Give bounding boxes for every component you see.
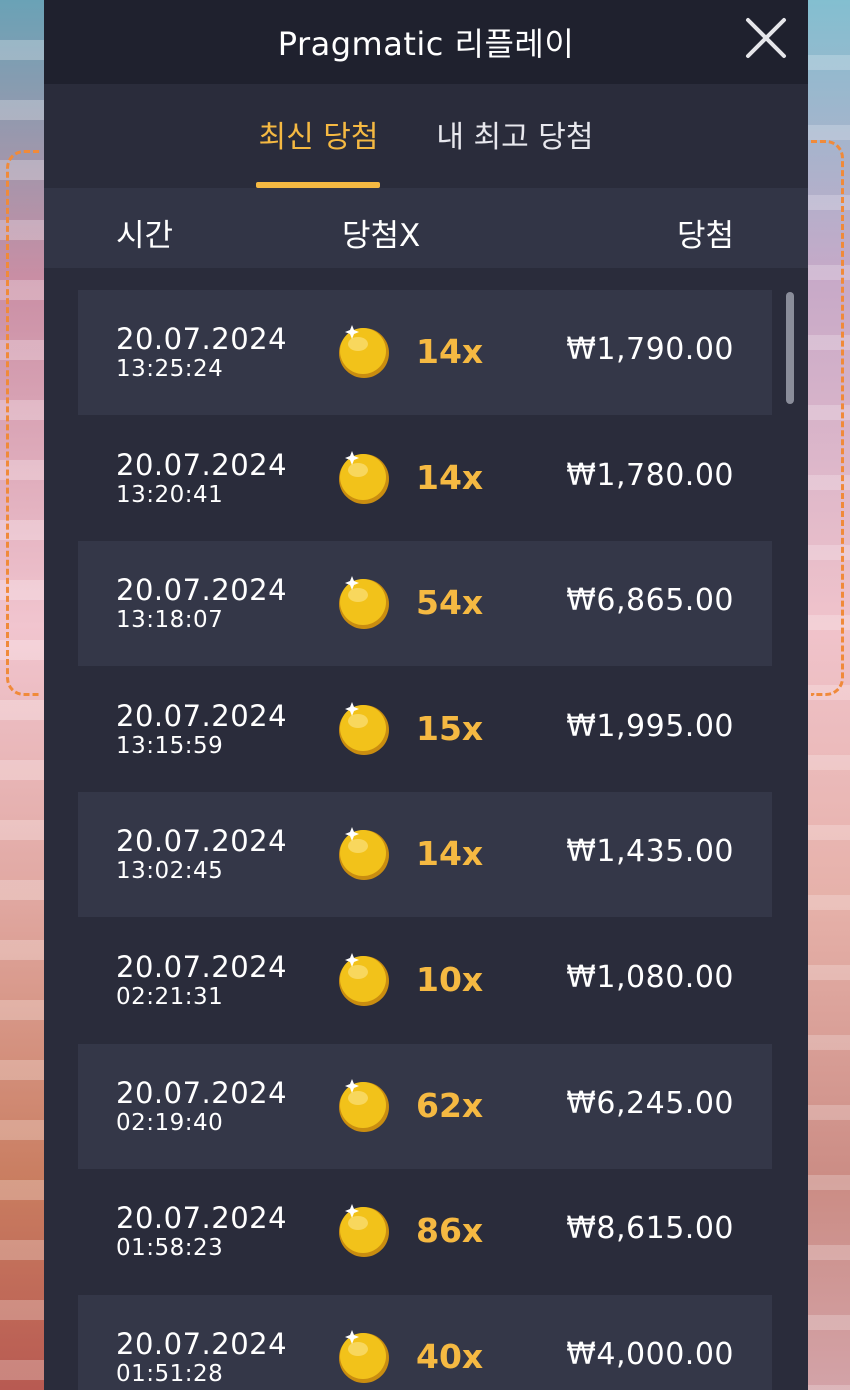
close-icon — [746, 18, 786, 58]
row-multiplier: 86x — [416, 1211, 484, 1251]
row-multiplier: 10x — [416, 959, 484, 999]
close-button[interactable] — [742, 14, 790, 62]
row-date: 20.07.2024 — [116, 447, 288, 482]
table-row[interactable]: 20.07.2024 13:25:24 14x ₩1,790.00 — [78, 290, 772, 415]
row-multiplier: 14x — [416, 332, 484, 371]
row-amount: ₩1,080.00 — [566, 959, 734, 995]
table-row[interactable]: 20.07.2024 02:19:40 62x ₩6,245.00 — [78, 1043, 772, 1169]
row-time: 13:20:41 — [116, 481, 224, 508]
wins-list: 20.07.2024 13:25:24 14x ₩1,790.00 20.07.… — [78, 290, 772, 1390]
row-amount: ₩1,790.00 — [566, 332, 734, 367]
background-reel-frame-left — [6, 150, 39, 696]
table-row[interactable]: 20.07.2024 01:51:28 40x ₩4,000.00 — [78, 1294, 772, 1390]
coin-icon — [336, 324, 392, 380]
replay-panel: Pragmatic 리플레이 최신 당첨 내 최고 당첨 시간 당첨X 당첨 2… — [44, 0, 808, 1390]
row-date: 20.07.2024 — [116, 1326, 288, 1361]
title-bar: Pragmatic 리플레이 — [44, 0, 808, 84]
column-header-multiplier: 당첨X — [342, 218, 421, 254]
row-time: 01:51:28 — [116, 1360, 224, 1387]
row-date: 20.07.2024 — [116, 949, 288, 984]
row-date: 20.07.2024 — [116, 698, 288, 733]
coin-icon — [336, 826, 392, 882]
row-date: 20.07.2024 — [116, 824, 288, 859]
column-header-time: 시간 — [116, 218, 174, 254]
coin-icon — [336, 1078, 392, 1134]
row-multiplier: 40x — [416, 1336, 484, 1376]
table-row[interactable]: 20.07.2024 13:15:59 15x ₩1,995.00 — [78, 666, 772, 792]
panel-title: Pragmatic 리플레이 — [277, 25, 575, 63]
coin-icon — [336, 1329, 392, 1385]
column-header: 시간 당첨X 당첨 — [44, 188, 808, 268]
row-multiplier: 54x — [416, 583, 484, 623]
table-row[interactable]: 20.07.2024 13:02:45 14x ₩1,435.00 — [78, 792, 772, 918]
coin-icon — [336, 450, 392, 506]
tab-latest-wins[interactable]: 최신 당첨 — [256, 112, 381, 188]
coin-icon — [336, 575, 392, 631]
row-amount: ₩6,245.00 — [566, 1085, 734, 1121]
list-scrollbar[interactable] — [786, 292, 794, 404]
table-row[interactable]: 20.07.2024 02:21:31 10x ₩1,080.00 — [78, 917, 772, 1043]
tab-my-top-wins[interactable]: 내 최고 당첨 — [434, 112, 595, 188]
coin-icon — [336, 701, 392, 757]
row-time: 13:15:59 — [116, 732, 224, 759]
row-multiplier: 14x — [416, 457, 484, 497]
table-row[interactable]: 20.07.2024 01:58:23 86x ₩8,615.00 — [78, 1169, 772, 1295]
background-reel-frame-right — [811, 140, 844, 696]
row-amount: ₩1,995.00 — [566, 708, 734, 744]
row-time: 01:58:23 — [116, 1235, 224, 1262]
row-amount: ₩8,615.00 — [566, 1211, 734, 1247]
row-time: 13:18:07 — [116, 607, 224, 634]
row-multiplier: 62x — [416, 1085, 484, 1125]
row-amount: ₩1,435.00 — [566, 834, 734, 870]
row-amount: ₩4,000.00 — [566, 1336, 734, 1372]
row-time: 02:19:40 — [116, 1109, 224, 1136]
row-multiplier: 15x — [416, 708, 484, 748]
row-date: 20.07.2024 — [116, 573, 288, 608]
row-time: 13:25:24 — [116, 356, 224, 382]
row-date: 20.07.2024 — [116, 1201, 288, 1236]
row-date: 20.07.2024 — [116, 1075, 288, 1110]
coin-icon — [336, 1203, 392, 1259]
coin-icon — [336, 952, 392, 1008]
row-multiplier: 14x — [416, 834, 484, 874]
column-header-win: 당첨 — [676, 218, 734, 254]
row-time: 02:21:31 — [116, 983, 224, 1010]
row-time: 13:02:45 — [116, 858, 224, 885]
row-date: 20.07.2024 — [116, 322, 288, 356]
tab-bar: 최신 당첨 내 최고 당첨 — [44, 84, 808, 188]
row-amount: ₩6,865.00 — [566, 583, 734, 619]
row-amount: ₩1,780.00 — [566, 457, 734, 493]
table-row[interactable]: 20.07.2024 13:20:41 14x ₩1,780.00 — [78, 415, 772, 541]
table-row[interactable]: 20.07.2024 13:18:07 54x ₩6,865.00 — [78, 541, 772, 667]
